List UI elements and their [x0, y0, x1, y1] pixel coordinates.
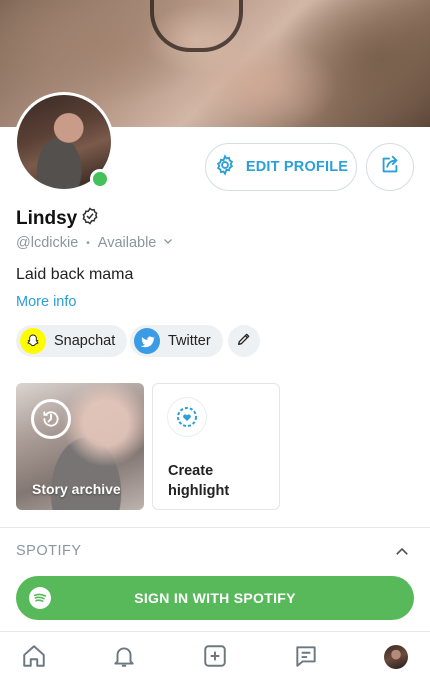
share-profile-button[interactable] — [366, 143, 414, 191]
notifications-tab[interactable] — [110, 644, 138, 672]
pencil-icon — [236, 331, 252, 352]
snapchat-chip[interactable]: Snapchat — [16, 325, 128, 357]
home-icon — [21, 643, 47, 674]
create-highlight-tile[interactable]: Create highlight — [152, 383, 280, 510]
twitter-chip[interactable]: Twitter — [130, 325, 223, 357]
sign-in-spotify-button[interactable]: SIGN IN WITH SPOTIFY — [16, 576, 414, 620]
online-status-dot — [90, 169, 110, 189]
profile-name-row: Lindsy — [16, 207, 99, 231]
share-icon — [379, 154, 401, 181]
profile-bio: Laid back mama — [16, 266, 134, 283]
profile-tab-avatar[interactable] — [384, 645, 408, 669]
heart-icon — [168, 398, 206, 436]
chevron-down-icon — [162, 235, 174, 251]
profile-name: Lindsy — [16, 208, 78, 229]
twitter-icon — [134, 328, 160, 354]
create-post-tab[interactable] — [201, 644, 229, 672]
create-highlight-label: Create highlight — [168, 463, 230, 499]
availability-status[interactable]: Available — [98, 235, 175, 251]
snapchat-label: Snapchat — [54, 333, 116, 349]
clock-icon — [31, 399, 71, 439]
messages-tab[interactable] — [292, 644, 320, 672]
more-info-link[interactable]: More info — [16, 294, 76, 310]
gear-icon — [214, 154, 236, 180]
edit-profile-button[interactable]: EDIT PROFILE — [205, 143, 357, 191]
twitter-label: Twitter — [168, 333, 211, 349]
spotify-section-title: SPOTIFY — [16, 543, 82, 559]
separator-dot: • — [86, 237, 90, 249]
spotify-icon — [29, 587, 51, 609]
handle-row: @lcdickie • Available — [16, 235, 174, 251]
bottom-tab-bar — [0, 631, 430, 681]
snapchat-icon — [20, 328, 46, 354]
availability-label: Available — [97, 235, 157, 251]
edit-profile-label: EDIT PROFILE — [245, 159, 349, 175]
cover-detail — [150, 0, 243, 52]
section-divider — [0, 527, 430, 528]
plus-icon — [202, 643, 228, 674]
chat-icon — [293, 643, 319, 674]
profile-handle: @lcdickie — [16, 235, 79, 251]
bell-icon — [111, 643, 137, 674]
chevron-up-icon[interactable] — [392, 543, 412, 566]
sign-in-spotify-label: SIGN IN WITH SPOTIFY — [134, 590, 296, 606]
story-archive-tile[interactable]: Story archive — [16, 383, 144, 510]
edit-social-links-button[interactable] — [228, 325, 260, 357]
verified-icon — [81, 207, 99, 231]
home-tab[interactable] — [20, 644, 48, 672]
story-archive-label: Story archive — [32, 481, 121, 497]
